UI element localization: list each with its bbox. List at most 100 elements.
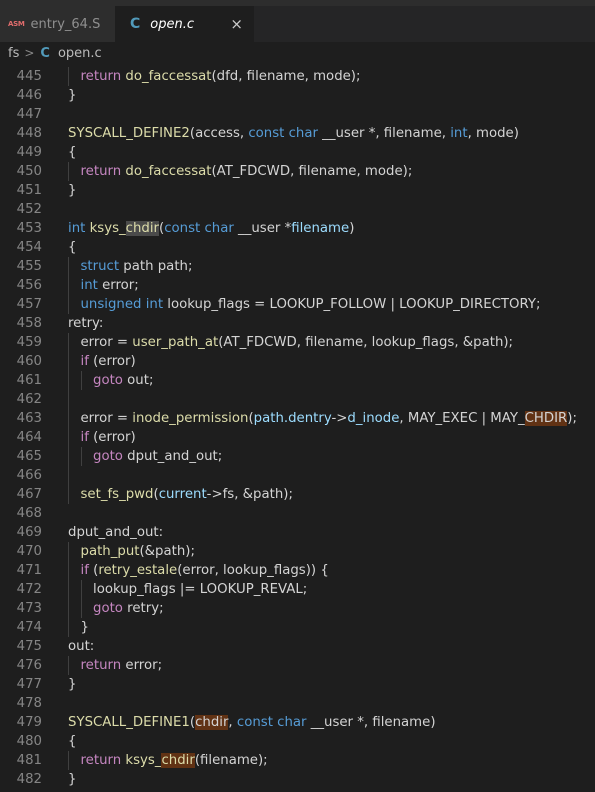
close-icon[interactable]: × [230,15,243,33]
code-line[interactable]: 449 { [0,143,595,162]
code-text: } [81,618,89,637]
code-text: } [68,86,76,105]
code-line[interactable]: 457 unsigned int lookup_flags = LOOKUP_FO… [0,295,595,314]
code-line[interactable]: 454 { [0,238,595,257]
code-token: const [236,715,273,730]
code-token: ksys_ [125,753,162,768]
code-line[interactable]: 463 error = inode_permission(path.dentry-… [0,409,595,428]
indent-guide [68,561,69,580]
line-number: 468 [16,506,42,521]
code-line[interactable]: 479 SYSCALL_DEFINE1(chdir, const char __u… [0,713,595,732]
code-token: set_fs_pwd [80,487,154,502]
code-line[interactable]: 481 return ksys_chdir(filename); [0,751,595,770]
code-token: path path; [119,259,193,274]
indent-guide [68,580,69,599]
code-text: int error; [81,276,139,295]
code-token: char [277,715,307,730]
code-line[interactable]: 448 SYSCALL_DEFINE2(access, const char __… [0,124,595,143]
code-token: if [80,354,89,369]
code-line[interactable]: 461 goto out; [0,371,595,390]
code-line[interactable]: 459 error = user_path_at(AT_FDCWD, filena… [0,333,595,352]
code-token: SYSCALL_DEFINE1 [68,715,190,730]
code-text: goto dput_and_out; [93,447,222,466]
code-token: (&path); [139,544,195,559]
indent-guide [68,447,69,466]
code-text: goto retry; [93,599,164,618]
code-token: ksys_ [89,221,126,236]
indent-guide [68,390,69,409]
code-line[interactable]: 452 [0,200,595,219]
code-line[interactable]: 458 retry: [0,314,595,333]
code-line[interactable]: 473 goto retry; [0,599,595,618]
chevron-right-icon: > [24,46,35,60]
code-token: retry; [122,601,164,616]
indent-guide [68,257,69,276]
code-token: error; [97,278,139,293]
code-line[interactable]: 475 out: [0,637,595,656]
code-text: SYSCALL_DEFINE2(access, const char __use… [68,124,519,143]
code-line[interactable]: 482} [0,770,595,789]
code-token: filename [291,221,350,236]
line-number: 455 [16,259,42,274]
code-line[interactable]: 447 [0,105,595,124]
code-text: goto out; [93,371,153,390]
code-line[interactable]: 451} [0,181,595,200]
code-line[interactable]: 476 return error; [0,656,595,675]
line-number: 457 [16,297,42,312]
code-line[interactable]: 472 lookup_flags |= LOOKUP_REVAL; [0,580,595,599]
code-line[interactable]: 470 path_put(&path); [0,542,595,561]
code-line[interactable]: 474} [0,618,595,637]
code-token: lookup_flags |= LOOKUP_REVAL; [93,582,308,597]
code-token: } [68,677,77,692]
code-line[interactable]: 465 goto dput_and_out; [0,447,595,466]
code-text: { [68,143,76,162]
code-line[interactable]: 467 set_fs_pwd(current->fs, &path); [0,485,595,504]
code-token: do_faccessat [125,164,212,179]
code-line[interactable]: 464 if (error) [0,428,595,447]
line-number: 465 [16,449,42,464]
code-line[interactable]: 480 { [0,732,595,751]
code-token: ->fs, &path); [206,487,293,502]
code-token: ) [349,221,355,236]
code-line[interactable]: 477} [0,675,595,694]
indent-guide [68,333,69,352]
code-token: -> [331,411,348,426]
code-token: struct [80,259,120,274]
code-line[interactable]: 456 int error; [0,276,595,295]
code-line[interactable]: 445 return do_faccessat(dfd, filename, mo… [0,67,595,86]
code-line[interactable]: 462 [0,390,595,409]
code-line[interactable]: 453 int ksys_chdir(const char __user *fil… [0,219,595,238]
tab-entry-64-s[interactable]: ASM entry_64.S [0,6,116,42]
code-line[interactable]: 460 if (error) [0,352,595,371]
breadcrumb-file[interactable]: open.c [58,46,102,61]
code-line[interactable]: 478 [0,694,595,713]
code-text: set_fs_pwd(current->fs, &path); [81,485,293,504]
code-line[interactable]: 469 dput_and_out: [0,523,595,542]
code-line[interactable]: 471 if (retry_estale(error, lookup_flags)… [0,561,595,580]
code-line[interactable]: 466 [0,466,595,485]
code-line[interactable]: 450 return do_faccessat(AT_FDCWD, filenam… [0,162,595,181]
indent-guide [80,599,82,618]
breadcrumb: fs > C open.c [0,42,595,64]
code-text: unsigned int lookup_flags = LOOKUP_FOLLO… [81,295,541,314]
line-number: 464 [16,430,42,445]
code-token: } [68,183,77,198]
code-token: return [80,164,122,179]
code-editor[interactable]: 445 return do_faccessat(dfd, filename, mo… [0,67,595,792]
line-number: 472 [16,582,42,597]
tab-label: open.c [150,16,195,32]
code-text: return do_faccessat(AT_FDCWD, filename, … [81,162,413,181]
breadcrumb-folder[interactable]: fs [8,46,19,61]
code-line[interactable]: 446} [0,86,595,105]
code-token: , MAY_EXEC | MAY_ [399,411,525,426]
code-text: error = user_path_at(AT_FDCWD, filename,… [81,333,514,352]
line-number: 481 [16,753,42,768]
code-token: d_inode [347,411,400,426]
tab-open-c[interactable]: C open.c × [116,6,254,42]
code-line[interactable]: 468 [0,504,595,523]
code-token: (AT_FDCWD, filename, lookup_flags, &path… [218,335,514,350]
code-token: (error) [88,430,136,445]
code-line[interactable]: 455 struct path path; [0,257,595,276]
code-token: const [248,126,285,141]
code-text: out: [68,637,94,656]
